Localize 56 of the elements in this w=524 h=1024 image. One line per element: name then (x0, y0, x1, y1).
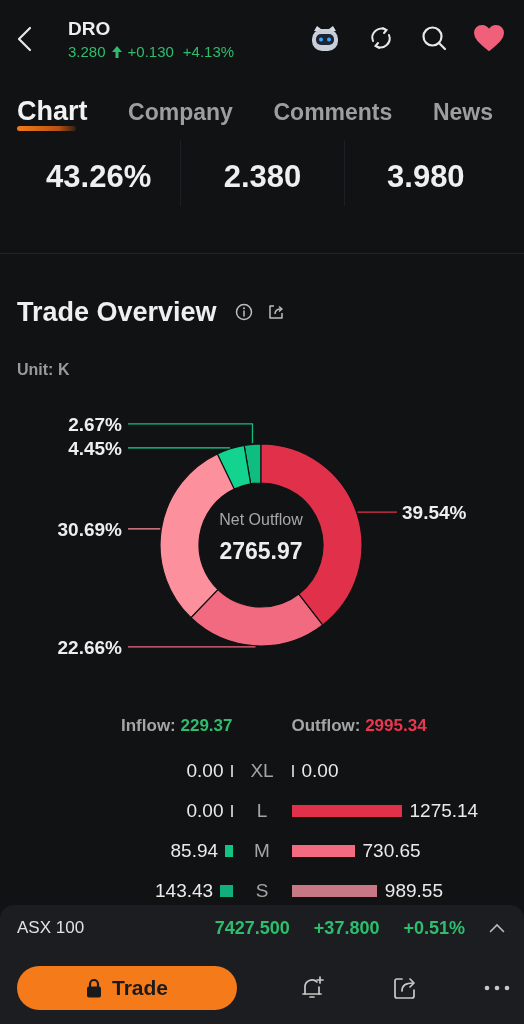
price-change: +0.130 (127, 42, 174, 62)
slice-label: 4.45% (68, 437, 122, 459)
inflow-amount: 0.00 (186, 760, 224, 782)
search-icon[interactable] (420, 24, 448, 52)
index-percent-change: +0.51% (403, 917, 465, 939)
stock-symbol: DRO (68, 17, 112, 41)
tab[interactable]: Company (128, 96, 233, 128)
outflow-amount: 989.55 (384, 880, 443, 902)
lock-icon (86, 977, 102, 998)
inflow-amount: 85.94 (170, 840, 219, 862)
heart-icon[interactable] (473, 24, 505, 52)
inflow-amount: 143.43 (155, 880, 214, 902)
unit-label: Unit: K (17, 360, 70, 380)
stock-price: 3.280 (68, 42, 106, 62)
share-icon[interactable] (266, 303, 285, 321)
leader-line (127, 528, 161, 530)
index-name: ASX 100 (17, 918, 85, 938)
outflow-amount: 730.65 (362, 840, 421, 862)
tab[interactable]: Chart (17, 95, 88, 127)
order-size: L (256, 800, 268, 822)
tab[interactable]: Comments (273, 96, 393, 128)
order-size: XL (250, 760, 274, 782)
order-size: S (255, 880, 269, 902)
leader-line (356, 511, 398, 513)
slice-label: 22.66% (57, 636, 122, 658)
inflow-label: Inflow: (121, 716, 176, 735)
outflow-amount: 1275.14 (409, 800, 479, 822)
bell-plus-icon[interactable] (300, 974, 326, 1001)
trade-button[interactable]: Trade (17, 965, 237, 1010)
outflow-label: Outflow: (291, 716, 361, 735)
stat-value: 2.380 (223, 158, 302, 196)
section-title: Trade Overview (17, 296, 217, 328)
stat-value: 43.26% (46, 158, 152, 196)
inflow-value: 229.37 (180, 716, 233, 735)
index-value: 7427.500 (214, 917, 290, 939)
tab-underline (17, 126, 77, 131)
slice-label: 30.69% (57, 518, 122, 540)
index-change: +37.800 (313, 917, 380, 939)
outflow-value: 2995.34 (365, 716, 427, 735)
slice-label: 2.67% (68, 413, 122, 435)
up-arrow-icon (110, 45, 123, 59)
more-icon[interactable] (484, 983, 510, 992)
zero-tick (230, 805, 233, 817)
percent-change: +4.13% (182, 42, 235, 62)
stat-value: 3.980 (387, 158, 465, 196)
center-label: Net Outflow (219, 511, 303, 528)
order-size: M (254, 840, 270, 862)
slice-label: 39.54% (402, 502, 467, 524)
zero-tick (230, 765, 233, 777)
chevron-up-icon[interactable] (489, 923, 505, 933)
info-icon[interactable] (234, 303, 253, 321)
outflow-amount: 0.00 (301, 760, 339, 782)
center-value: 2765.97 (219, 538, 303, 564)
inflow-amount: 0.00 (186, 800, 224, 822)
tab[interactable]: News (432, 96, 493, 128)
zero-tick (291, 765, 294, 777)
